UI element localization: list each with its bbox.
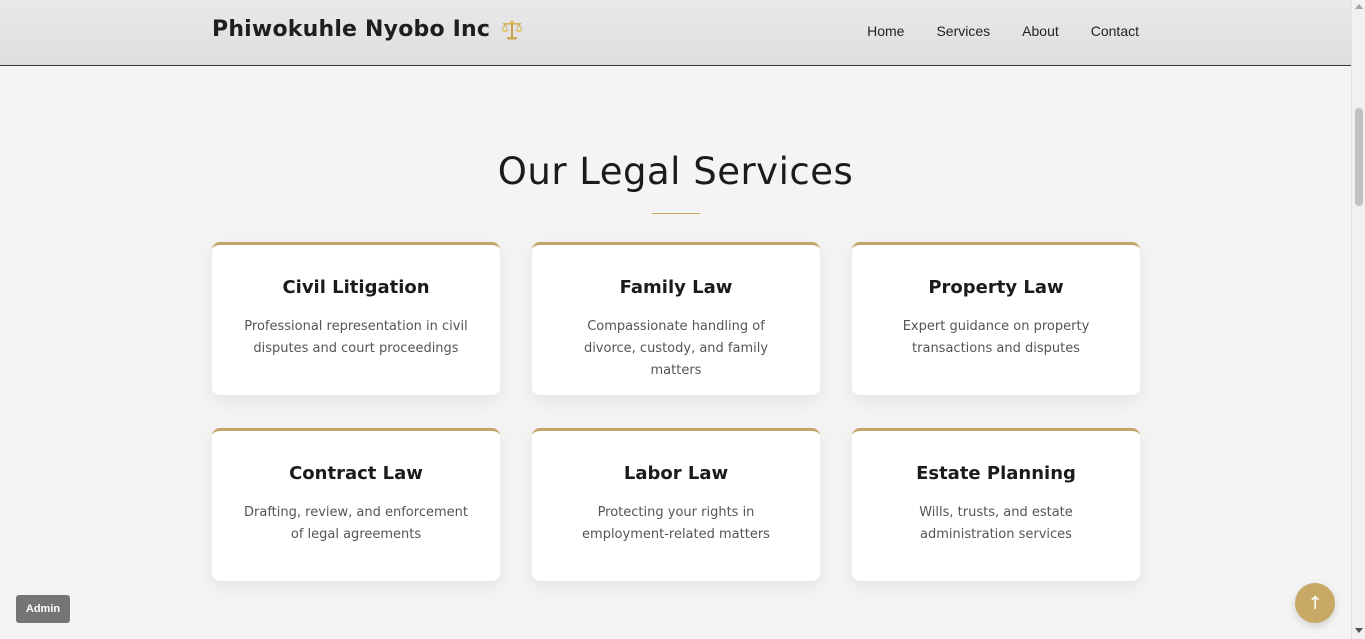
nav-about[interactable]: About [1022, 23, 1059, 39]
section-title: Our Legal Services [497, 150, 854, 193]
page-scrollbar[interactable] [1351, 0, 1365, 639]
back-to-top-button[interactable]: ↑ [1295, 583, 1335, 623]
service-card-description: Compassionate handling of divorce, custo… [583, 319, 769, 378]
brand-name: Phiwokuhle Nyobo Inc [212, 17, 491, 42]
brand-logo[interactable]: Phiwokuhle Nyobo Inc [212, 17, 524, 42]
service-card-description: Wills, trusts, and estate administration… [919, 505, 1073, 542]
main-nav: Home Services About Contact [867, 23, 1139, 39]
scroll-up-icon[interactable] [1355, 4, 1363, 9]
service-card-estate-planning[interactable]: Estate Planning Wills, trusts, and estat… [852, 428, 1140, 581]
title-divider [652, 213, 700, 214]
service-card-labor-law[interactable]: Labor Law Protecting your rights in empl… [532, 428, 820, 581]
service-card-title: Property Law [928, 277, 1064, 298]
service-card-description: Professional representation in civil dis… [244, 319, 468, 356]
service-card-title: Contract Law [289, 463, 423, 484]
service-card-title: Labor Law [623, 463, 729, 484]
balance-scale-icon [500, 18, 524, 42]
arrow-up-icon: ↑ [1307, 592, 1323, 614]
service-card-family-law[interactable]: Family Law Compassionate handling of div… [532, 242, 820, 395]
service-card-civil-litigation[interactable]: Civil Litigation Professional representa… [212, 242, 500, 395]
nav-services[interactable]: Services [936, 23, 990, 39]
scrollbar-thumb[interactable] [1355, 108, 1363, 206]
service-card-description: Expert guidance on property transactions… [902, 319, 1090, 356]
service-card-contract-law[interactable]: Contract Law Drafting, review, and enfor… [212, 428, 500, 581]
site-header: Phiwokuhle Nyobo Inc Home Services About… [0, 0, 1351, 66]
nav-home[interactable]: Home [867, 23, 904, 39]
service-card-title: Civil Litigation [282, 277, 430, 298]
scroll-down-icon[interactable] [1355, 628, 1363, 633]
service-card-title: Estate Planning [916, 463, 1076, 484]
nav-contact[interactable]: Contact [1091, 23, 1139, 39]
service-card-description: Protecting your rights in employment-rel… [582, 505, 770, 542]
admin-button[interactable]: Admin [16, 595, 70, 623]
services-grid: Civil Litigation Professional representa… [212, 242, 1140, 581]
service-card-title: Family Law [619, 277, 733, 298]
service-card-description: Drafting, review, and enforcement of leg… [244, 505, 468, 542]
service-card-property-law[interactable]: Property Law Expert guidance on property… [852, 242, 1140, 395]
